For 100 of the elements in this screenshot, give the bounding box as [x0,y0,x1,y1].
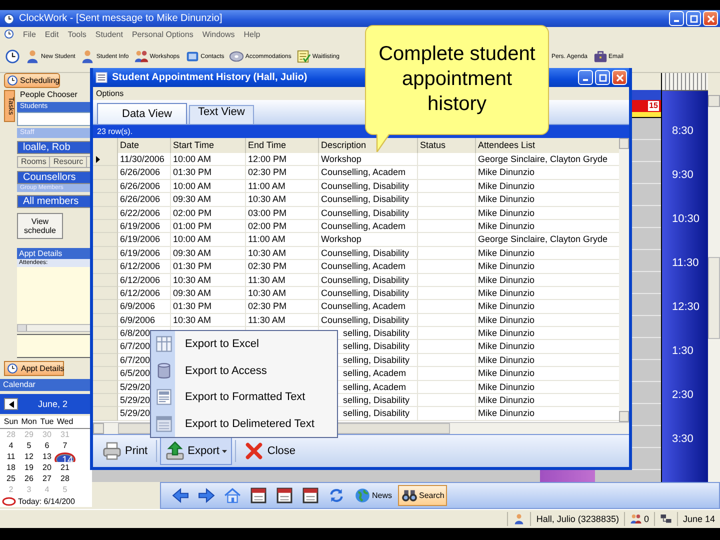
person-icon [80,49,96,64]
calendar-day[interactable]: 27 [38,473,56,484]
group-selector[interactable]: Counsellors [17,171,92,184]
column-header[interactable]: End Time [246,138,319,153]
staff-selector[interactable]: loalle, Rob [17,141,92,154]
minimize-button[interactable] [578,70,593,85]
table-cell: 02:30 PM [246,300,319,314]
resource-tab[interactable]: Rooms [18,157,50,167]
scrollbar[interactable] [708,95,720,482]
time-label: 12:30 [672,300,700,314]
table-cell: 6/19/2006 [118,246,171,260]
close-button[interactable] [612,70,627,85]
table-cell [418,274,476,287]
globe-icon [354,487,371,504]
nav-button[interactable]: News [351,485,396,506]
menu-item[interactable]: Student [95,30,123,38]
menu-item[interactable]: Edit [44,30,59,38]
table-cell [418,340,476,354]
previous-month-button[interactable] [4,398,18,410]
panel-title: People Chooser [19,90,78,100]
table-cell: 12:00 PM [246,153,319,166]
calendar-day[interactable]: 5 [20,440,38,451]
calendar-day[interactable]: 4 [2,440,20,451]
menu-item[interactable]: Help [244,30,260,38]
scrollbar[interactable] [17,324,92,332]
calendar-day[interactable]: 20 [38,462,56,473]
table-cell [418,367,476,381]
printer-icon [102,441,122,461]
column-header[interactable]: Date [118,138,171,153]
menu-item[interactable]: Personal Options [132,30,194,38]
clock-icon [7,75,18,86]
column-header[interactable]: Start Time [171,138,246,153]
weekday-label: Wed [56,416,74,428]
resource-tab[interactable]: Resourc [50,157,88,167]
table-cell [418,180,476,194]
table-cell: 11:30 AM [246,274,319,287]
table-cell: 09:30 AM [171,286,246,300]
menu-item[interactable]: Options [96,89,124,98]
table-cell: 02:30 PM [246,260,319,274]
time-label: 1:30 [672,344,694,358]
student-field[interactable] [17,112,92,126]
table-cell [418,407,476,421]
arrow-right-icon [198,487,215,504]
scrollbar[interactable] [619,138,629,422]
table-cell: Counselling, Disability [319,193,418,207]
status-text: June 14 [682,514,715,524]
table-cell: 01:30 PM [171,260,246,274]
maximize-button[interactable] [686,11,701,26]
view-tab[interactable]: Data View [97,103,187,124]
calendar-day[interactable]: 12 [20,451,38,462]
menu-item[interactable]: File [23,30,36,38]
table-cell: 10:30 AM [246,246,319,260]
people-icon [134,49,149,64]
calendar-day[interactable]: 21 [56,462,74,473]
maximize-icon [690,14,698,22]
scheduling-tab[interactable]: Scheduling [4,73,60,88]
ellipse-icon [2,496,16,506]
person-icon [25,49,40,64]
table-cell: 6/19/2006 [118,233,171,247]
table-cell: 11:00 AM [246,233,319,247]
members-selector[interactable]: All members [17,195,92,208]
calendar-day[interactable]: 19 [20,462,38,473]
close-button[interactable] [703,11,718,26]
menu-item[interactable]: Tools [68,30,86,38]
view-schedule-button[interactable]: View schedule [17,213,63,239]
calendar-icon [302,487,319,504]
notepad-icon [296,49,312,64]
column-header[interactable]: Status [418,138,476,153]
table-cell [418,206,476,220]
details-tab[interactable]: Appt Details [4,361,64,376]
calendar-day[interactable]: 13 [38,451,56,462]
table-cell: 11:30 AM [246,314,319,328]
toolbar-button[interactable]: Close [239,437,301,465]
calendar-day[interactable]: 6 [38,440,56,451]
minimize-button[interactable] [669,11,684,26]
callout-text: Complete student appointment history [378,43,536,115]
table-cell: Counselling, Disability [319,274,418,287]
calendar-day[interactable]: 11 [2,451,20,462]
view-tab[interactable]: Text View [188,105,254,124]
menu-item[interactable]: Windows [202,30,235,38]
maximize-button[interactable] [595,70,610,85]
time-label: 11:30 [672,256,699,270]
nav-button[interactable]: Search [398,485,448,506]
calendar-day[interactable]: 18 [2,462,20,473]
toolbar-button[interactable]: Export [160,437,232,465]
close-icon [616,74,624,82]
calendar-day[interactable]: 25 [2,473,20,484]
calendar-day[interactable]: 7 [56,440,74,451]
table-cell: Counselling, Academ [319,300,418,314]
table-cell: Counselling, Disability [319,246,418,260]
close-icon [706,14,714,22]
calendar-day[interactable]: 26 [20,473,38,484]
table-cell: 6/26/2006 [118,193,171,207]
row-header[interactable] [93,153,118,166]
calendar-day[interactable]: 28 [56,473,74,484]
table-cell: 02:00 PM [171,206,246,220]
table-cell: 11/30/2006 [118,153,171,166]
toolbar-button[interactable]: Print [97,437,153,465]
home-icon [224,487,241,504]
list-icon [95,71,108,84]
